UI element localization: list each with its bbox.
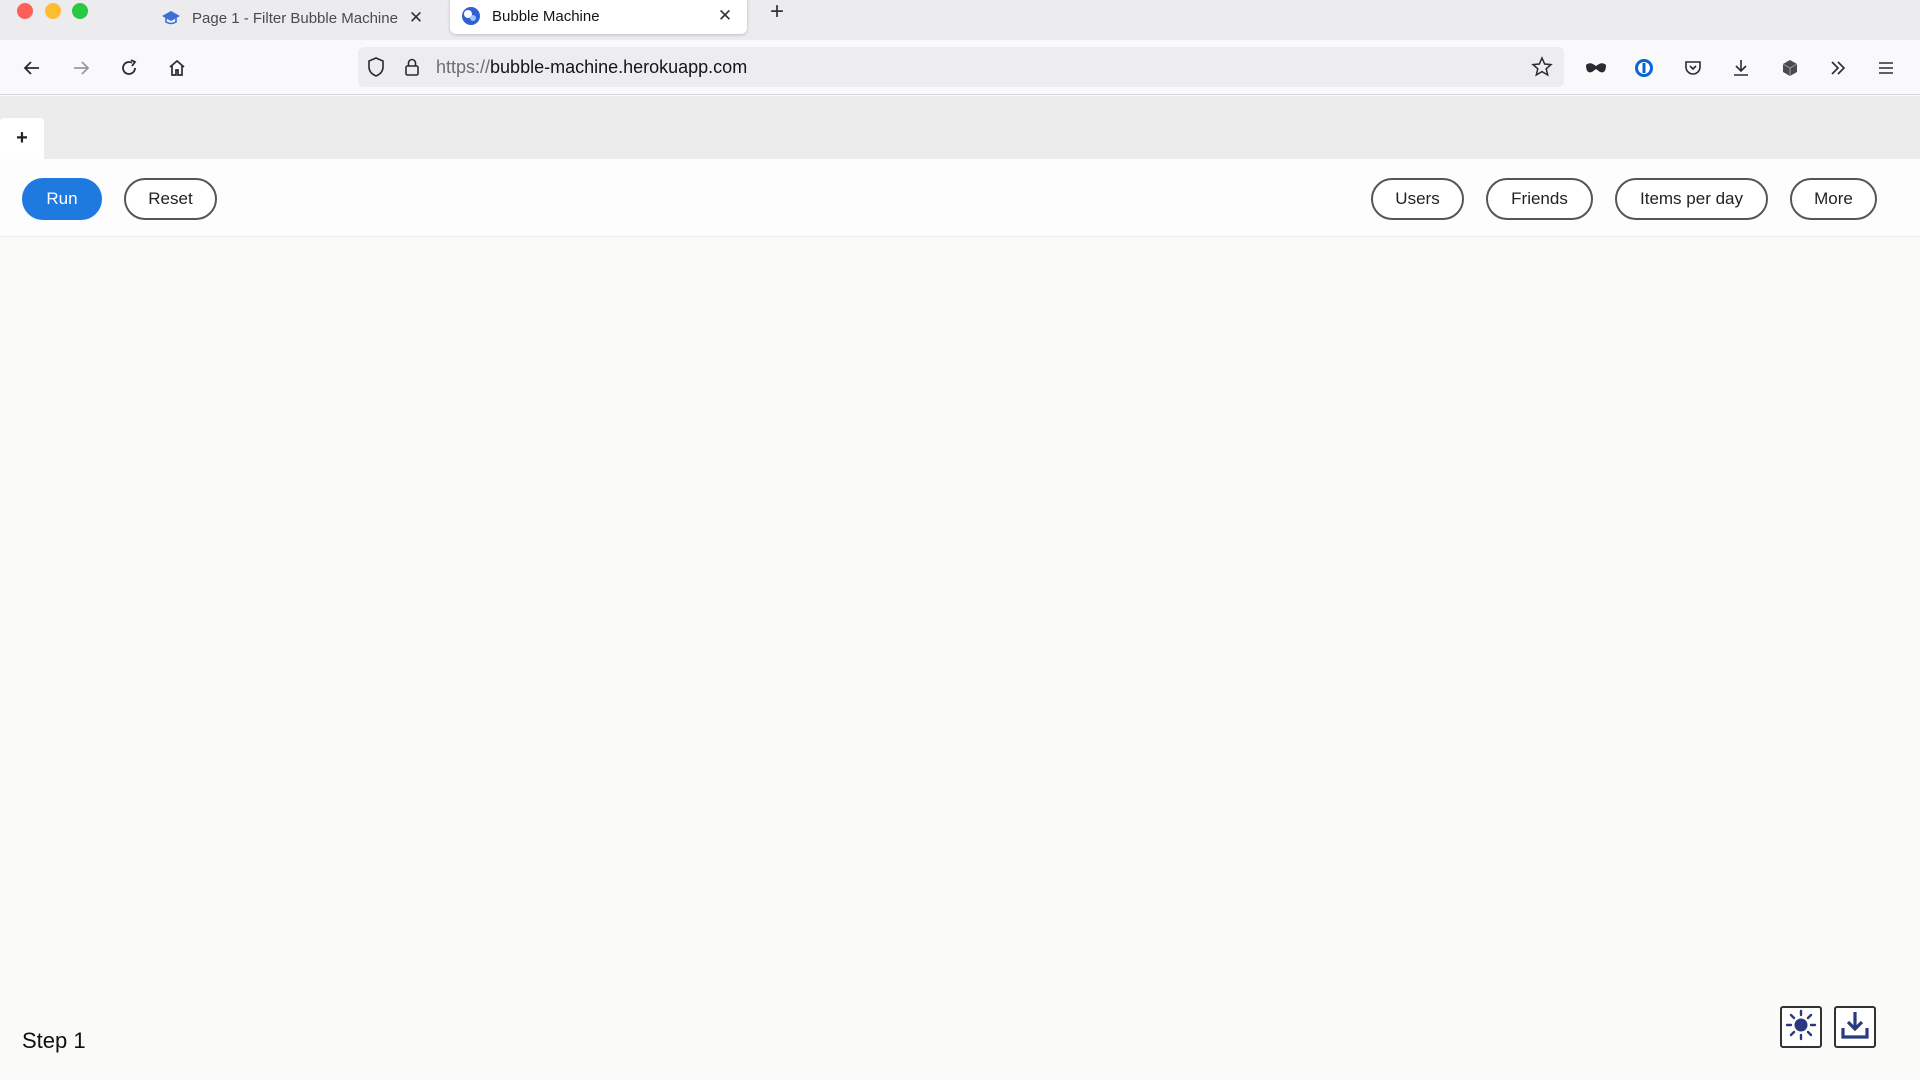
navigation-bar: https://bubble-machine.herokuapp.com — [0, 40, 1920, 95]
home-icon[interactable] — [159, 50, 195, 86]
minimize-window-button[interactable] — [45, 3, 61, 19]
reset-button[interactable]: Reset — [124, 178, 217, 220]
tab-title: Bubble Machine — [492, 7, 600, 25]
globe-icon — [460, 5, 482, 27]
download-tray-icon — [1839, 1009, 1871, 1046]
browser-tab-bubble-machine[interactable]: Bubble Machine ✕ — [450, 0, 747, 34]
back-icon[interactable] — [14, 50, 50, 86]
hamburger-menu-icon[interactable] — [1868, 50, 1904, 86]
mask-icon[interactable] — [1578, 50, 1614, 86]
close-tab-icon[interactable]: ✕ — [713, 4, 737, 28]
run-button[interactable]: Run — [22, 178, 102, 220]
step-label: Step 1 — [22, 1028, 86, 1053]
close-tab-icon[interactable]: ✕ — [404, 6, 428, 30]
new-tab-button[interactable]: + — [764, 0, 790, 25]
add-page-tab-button[interactable]: + — [0, 118, 44, 159]
extension-cube-icon[interactable] — [1772, 50, 1808, 86]
brightness-button[interactable] — [1780, 1006, 1822, 1048]
reload-icon[interactable] — [111, 50, 147, 86]
browser-tab-filter-bubble[interactable]: Page 1 - Filter Bubble Machine ✕ — [150, 0, 438, 36]
users-button[interactable]: Users — [1371, 178, 1464, 220]
friends-button[interactable]: Friends — [1486, 178, 1593, 220]
forward-icon[interactable] — [63, 50, 99, 86]
page-tabs-row: + — [0, 96, 1920, 159]
password-manager-icon[interactable] — [1626, 50, 1662, 86]
tab-title: Page 1 - Filter Bubble Machine — [192, 9, 398, 27]
graduation-cap-icon — [160, 7, 182, 29]
download-icon[interactable] — [1723, 50, 1759, 86]
close-window-button[interactable] — [17, 3, 33, 19]
overflow-chevrons-icon[interactable] — [1820, 50, 1856, 86]
url-bar[interactable]: https://bubble-machine.herokuapp.com — [358, 47, 1564, 87]
items-per-day-button[interactable]: Items per day — [1615, 178, 1768, 220]
sun-icon — [1785, 1009, 1817, 1046]
app-toolbar: Run Reset Users Friends Items per day Mo… — [0, 159, 1920, 237]
pocket-icon[interactable] — [1675, 50, 1711, 86]
simulation-canvas[interactable] — [0, 238, 1920, 1080]
zoom-window-button[interactable] — [72, 3, 88, 19]
lock-icon[interactable] — [394, 49, 430, 85]
bookmark-star-icon[interactable] — [1524, 49, 1560, 85]
browser-tab-strip: Page 1 - Filter Bubble Machine ✕ Bubble … — [0, 0, 1920, 40]
shield-icon[interactable] — [358, 49, 394, 85]
url-text[interactable]: https://bubble-machine.herokuapp.com — [436, 57, 747, 78]
more-button[interactable]: More — [1790, 178, 1877, 220]
download-button[interactable] — [1834, 1006, 1876, 1048]
